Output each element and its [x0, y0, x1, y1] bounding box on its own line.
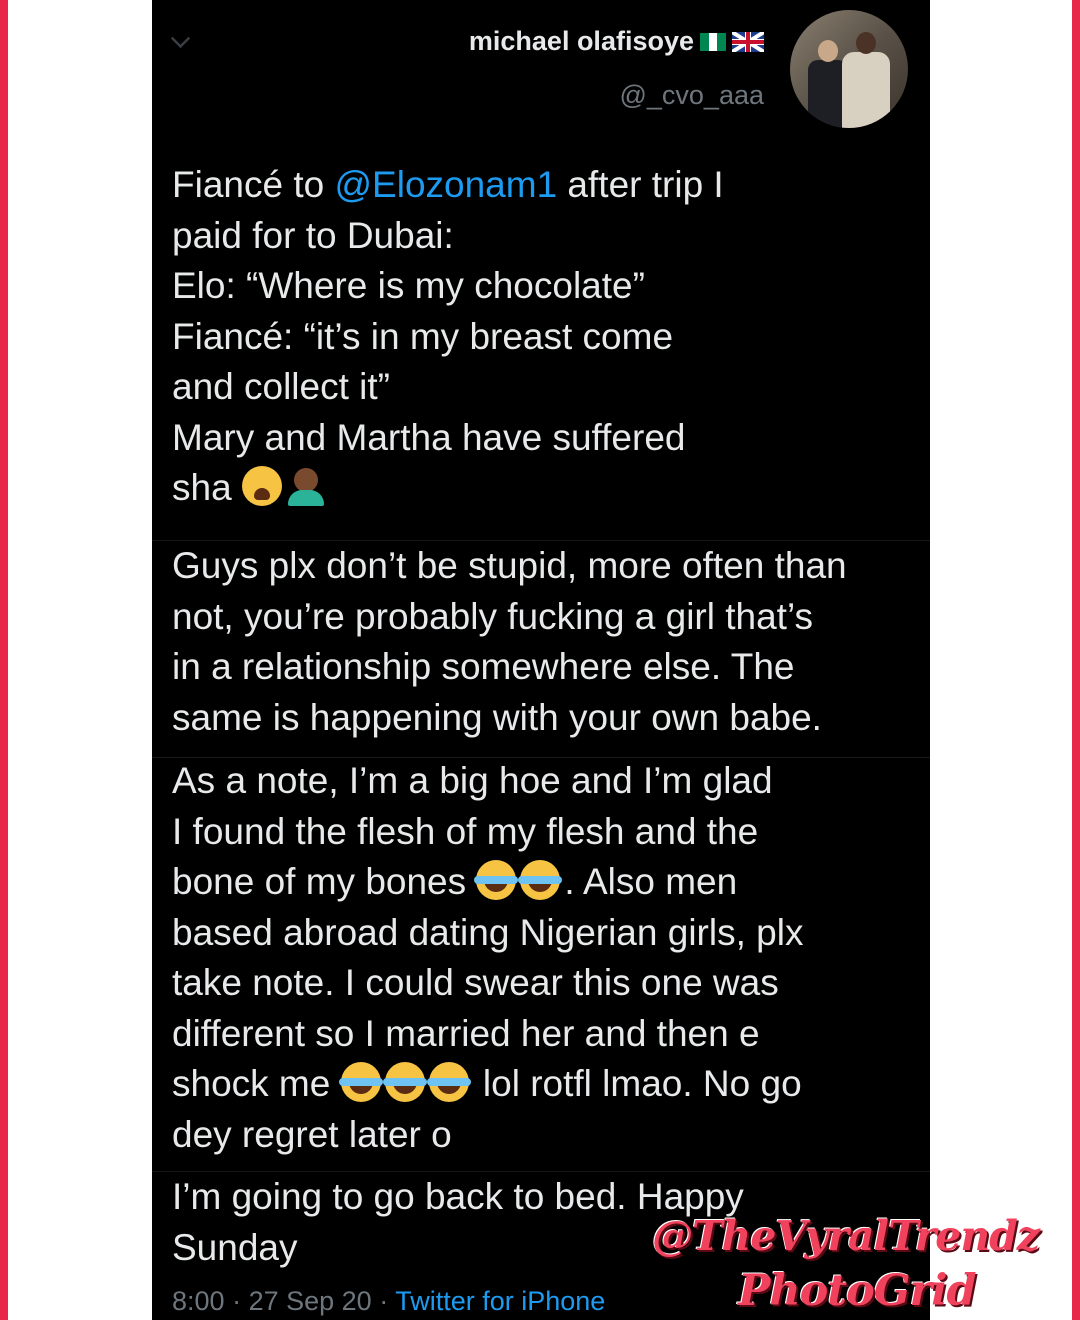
mention-link[interactable]: @Elozonam1 [334, 164, 557, 205]
tweet-paragraph-2: Guys plx don’t be stupid, more often tha… [172, 545, 847, 738]
tweet-client-link[interactable]: Twitter for iPhone [395, 1286, 605, 1316]
laughing-tears-emoji-icon [474, 860, 519, 900]
watermark-app: PhotoGrid [738, 1266, 977, 1316]
author-handle[interactable]: @_cvo_aaa [619, 80, 764, 111]
meta-separator: · [379, 1286, 389, 1316]
author-name[interactable]: michael olafisoye [469, 26, 694, 57]
laughing-tears-emoji-icon [338, 1062, 383, 1102]
laughing-tears-emoji-icon [426, 1062, 471, 1102]
tweet-paragraph-3: As a note, I’m a big hoe and I’m glad I … [172, 756, 803, 1160]
left-border [0, 0, 8, 1320]
watermark-handle: @TheVyralTrendz [652, 1212, 1040, 1260]
laughing-tears-emoji-icon [518, 860, 563, 900]
tweet-date[interactable]: 27 Sep 20 [249, 1286, 372, 1316]
right-border [1072, 0, 1080, 1320]
facepalm-emoji-icon [286, 466, 326, 506]
meta-separator: · [232, 1286, 242, 1316]
author-name-row[interactable]: michael olafisoye [469, 26, 764, 57]
paragraph1-text-mid: after trip I [557, 164, 724, 205]
laughing-tears-emoji-icon [382, 1062, 427, 1102]
tweet-card: michael olafisoye @_cvo_aaa Fiancé to @E… [152, 0, 930, 1320]
chevron-down-icon[interactable] [170, 28, 191, 49]
tweet-meta: 8:00 · 27 Sep 20 · Twitter for iPhone [172, 1286, 605, 1317]
tweet-time[interactable]: 8:00 [172, 1286, 225, 1316]
tweet-paragraph-1: Fiancé to @Elozonam1 after trip I paid f… [172, 160, 724, 514]
avatar[interactable] [790, 10, 908, 128]
paragraph1-text-rest: paid for to Dubai: Elo: “Where is my cho… [172, 214, 686, 509]
paragraph1-text-start: Fiancé to [172, 164, 335, 205]
flag-nigeria-icon [700, 32, 727, 51]
flag-uk-icon [732, 31, 764, 52]
weary-face-emoji-icon [241, 466, 282, 506]
